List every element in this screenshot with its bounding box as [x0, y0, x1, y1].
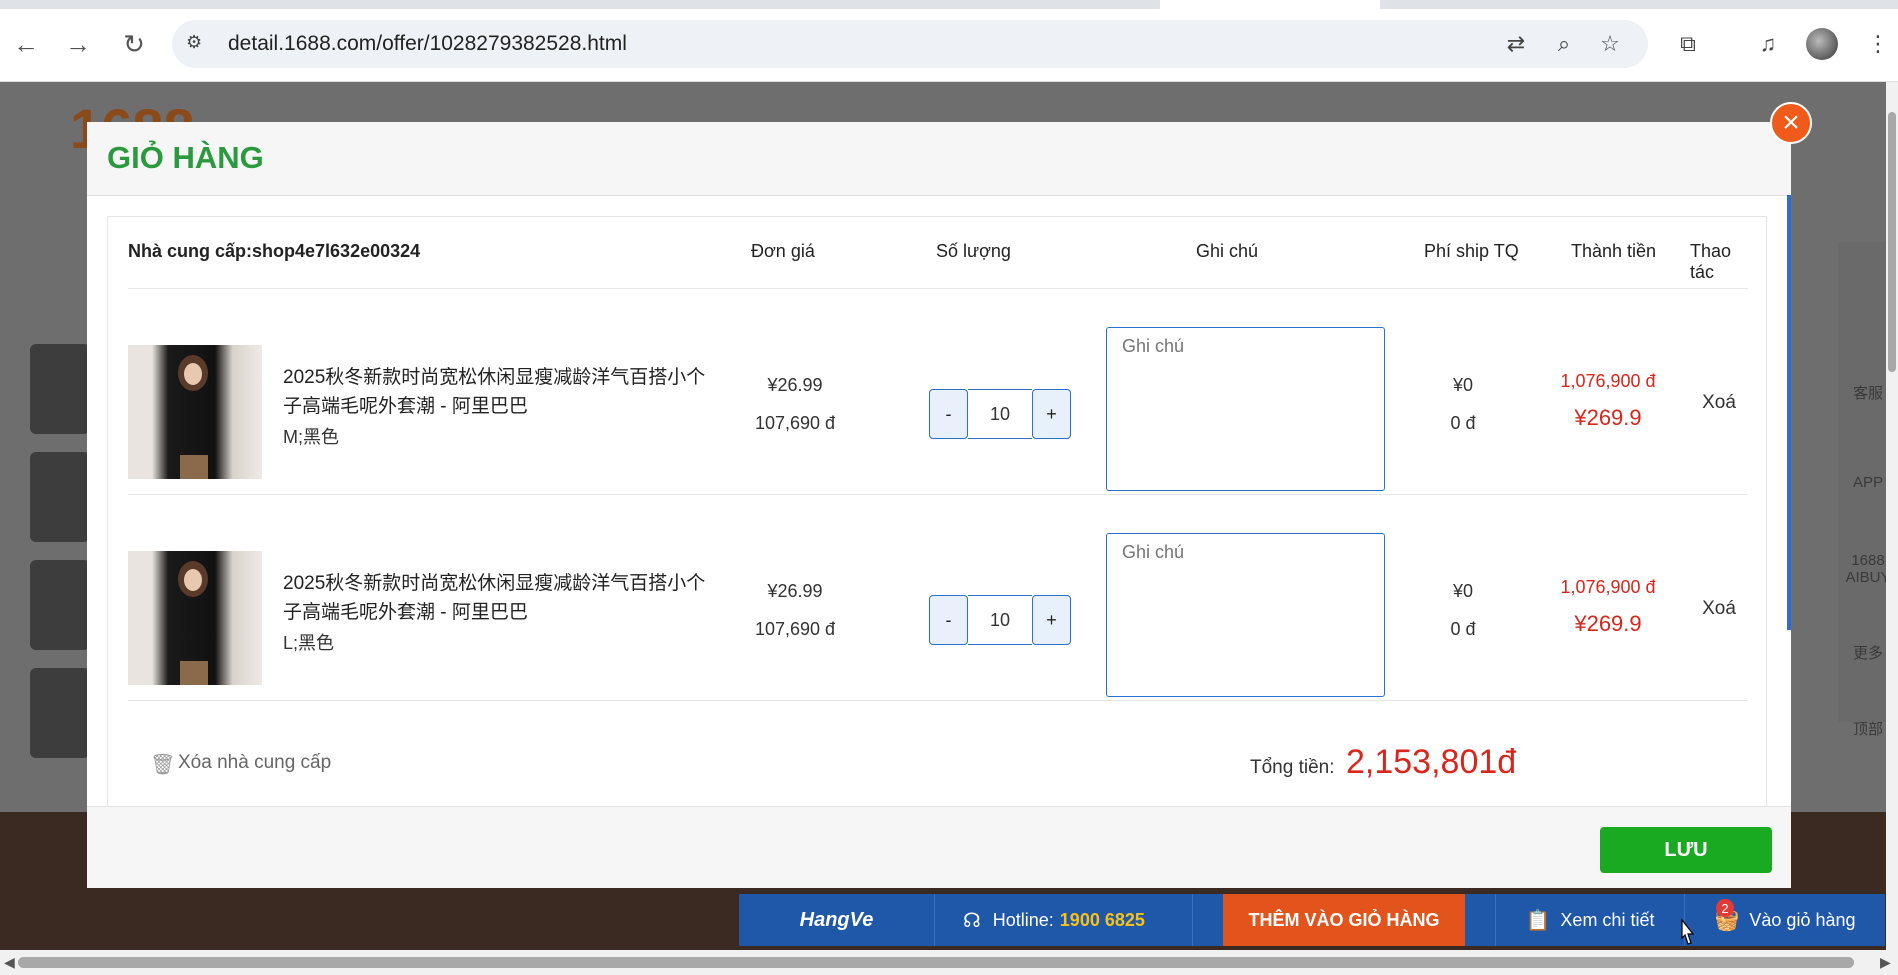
- vertical-scroll-thumb[interactable]: [1888, 112, 1896, 372]
- delete-item-link[interactable]: Xoá: [1689, 598, 1749, 620]
- total-header: Thành tiền: [1571, 241, 1657, 261]
- forward-arrow-icon[interactable]: →: [60, 26, 96, 62]
- ship-fee-vnd: 0 đ: [1450, 619, 1476, 639]
- cart-count-badge: 2: [1716, 899, 1734, 917]
- quantity-stepper: - 10 +: [929, 389, 1071, 439]
- tab-active[interactable]: [1160, 0, 1380, 9]
- background-thumbnail: [30, 560, 90, 650]
- grand-total-value: 2,153,801đ: [1346, 743, 1517, 781]
- add-to-cart-button[interactable]: THÊM VÀO GIỎ HÀNG: [1223, 894, 1465, 946]
- modal-scrollbar[interactable]: [1787, 195, 1791, 630]
- supplier-header: Nhà cung cấp:shop4e7l632e00324: [128, 241, 421, 261]
- product-image[interactable]: [128, 551, 262, 685]
- qty-minus-button[interactable]: -: [929, 389, 968, 439]
- qty-input[interactable]: 10: [968, 595, 1032, 645]
- action-header: Thao tác: [1690, 241, 1732, 282]
- quantity-stepper: - 10 +: [929, 595, 1071, 645]
- grand-total-label: Tổng tiền:: [1250, 757, 1335, 778]
- supplier-footer: 🗑 Xóa nhà cung cấp Tổng tiền: 2,153,801đ: [128, 717, 1748, 807]
- bookmark-star-icon[interactable]: ☆: [1596, 30, 1624, 58]
- delete-supplier-label: Xóa nhà cung cấp: [178, 752, 332, 773]
- go-to-cart-button[interactable]: 🧺 2 Vào giỏ hàng: [1685, 894, 1885, 946]
- line-total-cny: ¥269.9: [1574, 405, 1642, 430]
- clipboard-icon: 📋: [1525, 909, 1551, 932]
- tab-inactive[interactable]: [0, 0, 1160, 9]
- product-title[interactable]: 2025秋冬新款时尚宽松休闲显瘦减龄洋气百搭小个子高端毛呢外套潮 - 阿里巴巴: [283, 363, 723, 421]
- browser-chrome: ← → ↻ ⚙ detail.1688.com/offer/1028279382…: [0, 0, 1898, 82]
- note-input[interactable]: [1106, 533, 1385, 697]
- line-total-vnd: 1,076,900 đ: [1560, 577, 1656, 597]
- back-arrow-icon[interactable]: ←: [8, 26, 44, 62]
- media-control-icon[interactable]: ♫: [1750, 26, 1786, 62]
- reload-icon[interactable]: ↻: [116, 26, 152, 62]
- quantity-header: Số lượng: [936, 241, 1011, 261]
- modal-footer: LƯU: [87, 806, 1791, 888]
- product-variant: L;黑色: [283, 633, 335, 653]
- ship-fee-header: Phí ship TQ: [1424, 241, 1519, 261]
- unit-price-cny: ¥26.99: [767, 581, 823, 601]
- view-detail-label: Xem chi tiết: [1560, 909, 1655, 930]
- line-total-vnd: 1,076,900 đ: [1560, 371, 1656, 391]
- tab-strip: [0, 0, 1898, 9]
- profile-avatar[interactable]: [1806, 28, 1838, 60]
- bottom-toolbar: HangVe ☊ Hotline: 1900 6825 THÊM VÀO GIỎ…: [739, 894, 1885, 946]
- delete-item-link[interactable]: Xoá: [1689, 392, 1749, 414]
- scroll-right-arrow-icon[interactable]: ▶: [1880, 954, 1891, 971]
- hotline-label: Hotline:: [992, 909, 1054, 930]
- hangve-logo[interactable]: HangVe: [739, 894, 935, 946]
- cart-row: 2025秋冬新款时尚宽松休闲显瘦减龄洋气百搭小个子高端毛呢外套潮 - 阿里巴巴 …: [128, 495, 1748, 701]
- product-title[interactable]: 2025秋冬新款时尚宽松休闲显瘦减龄洋气百搭小个子高端毛呢外套潮 - 阿里巴巴: [283, 569, 723, 627]
- modal-header: GIỎ HÀNG: [87, 122, 1791, 196]
- zoom-icon[interactable]: ⌕: [1550, 30, 1578, 58]
- background-thumbnail: [30, 668, 90, 758]
- close-modal-button[interactable]: ×: [1770, 102, 1812, 144]
- product-variant: M;黑色: [283, 427, 339, 447]
- note-input[interactable]: [1106, 327, 1385, 491]
- unit-price-vnd: 107,690 đ: [754, 413, 836, 433]
- save-button[interactable]: LƯU: [1600, 827, 1772, 873]
- horizontal-scroll-thumb[interactable]: [18, 957, 1854, 968]
- modal-title: GIỎ HÀNG: [107, 140, 264, 175]
- hotline-number: 1900 6825: [1059, 909, 1145, 930]
- table-header: Nhà cung cấp:shop4e7l632e00324 Đơn giá S…: [128, 217, 1748, 289]
- extensions-icon[interactable]: ⧉: [1670, 26, 1706, 62]
- qty-minus-button[interactable]: -: [929, 595, 968, 645]
- mouse-cursor-icon: [1681, 918, 1695, 945]
- translate-icon[interactable]: ⇄: [1502, 30, 1530, 58]
- background-thumbnail: [30, 344, 90, 434]
- tab-inactive[interactable]: [1380, 0, 1898, 9]
- unit-price-cny: ¥26.99: [767, 375, 823, 395]
- delete-supplier-button[interactable]: 🗑 Xóa nhà cung cấp: [150, 752, 332, 776]
- address-bar[interactable]: ⚙ detail.1688.com/offer/1028279382528.ht…: [172, 20, 1648, 68]
- ship-fee-vnd: 0 đ: [1450, 413, 1476, 433]
- line-total-cny: ¥269.9: [1574, 611, 1642, 636]
- unit-price-header: Đơn giá: [751, 241, 815, 261]
- note-header: Ghi chú: [1196, 241, 1259, 261]
- menu-icon[interactable]: ⋮: [1860, 26, 1896, 62]
- product-image[interactable]: [128, 345, 262, 479]
- url-text[interactable]: detail.1688.com/offer/1028279382528.html: [228, 32, 627, 56]
- headset-icon: ☊: [963, 909, 981, 932]
- page-horizontal-scrollbar[interactable]: ◀ ▶: [0, 950, 1898, 975]
- site-settings-icon[interactable]: ⚙: [186, 32, 210, 56]
- page-vertical-scrollbar[interactable]: [1886, 82, 1898, 950]
- background-thumbnail: [30, 452, 90, 542]
- qty-plus-button[interactable]: +: [1032, 389, 1071, 439]
- cart-table: Nhà cung cấp:shop4e7l632e00324 Đơn giá S…: [107, 216, 1767, 806]
- qty-input[interactable]: 10: [968, 389, 1032, 439]
- view-detail-button[interactable]: 📋 Xem chi tiết: [1495, 894, 1685, 946]
- go-to-cart-label: Vào giỏ hàng: [1749, 909, 1856, 930]
- unit-price-vnd: 107,690 đ: [754, 619, 836, 639]
- ship-fee-cny: ¥0: [1452, 375, 1474, 395]
- cart-modal: GIỎ HÀNG Nhà cung cấp:shop4e7l632e00324 …: [87, 122, 1791, 888]
- hotline[interactable]: ☊ Hotline: 1900 6825: [935, 894, 1193, 946]
- scroll-left-arrow-icon[interactable]: ◀: [4, 954, 15, 971]
- ship-fee-cny: ¥0: [1452, 581, 1474, 601]
- trash-icon: 🗑: [150, 754, 176, 776]
- qty-plus-button[interactable]: +: [1032, 595, 1071, 645]
- cart-row: 2025秋冬新款时尚宽松休闲显瘦减龄洋气百搭小个子高端毛呢外套潮 - 阿里巴巴 …: [128, 289, 1748, 495]
